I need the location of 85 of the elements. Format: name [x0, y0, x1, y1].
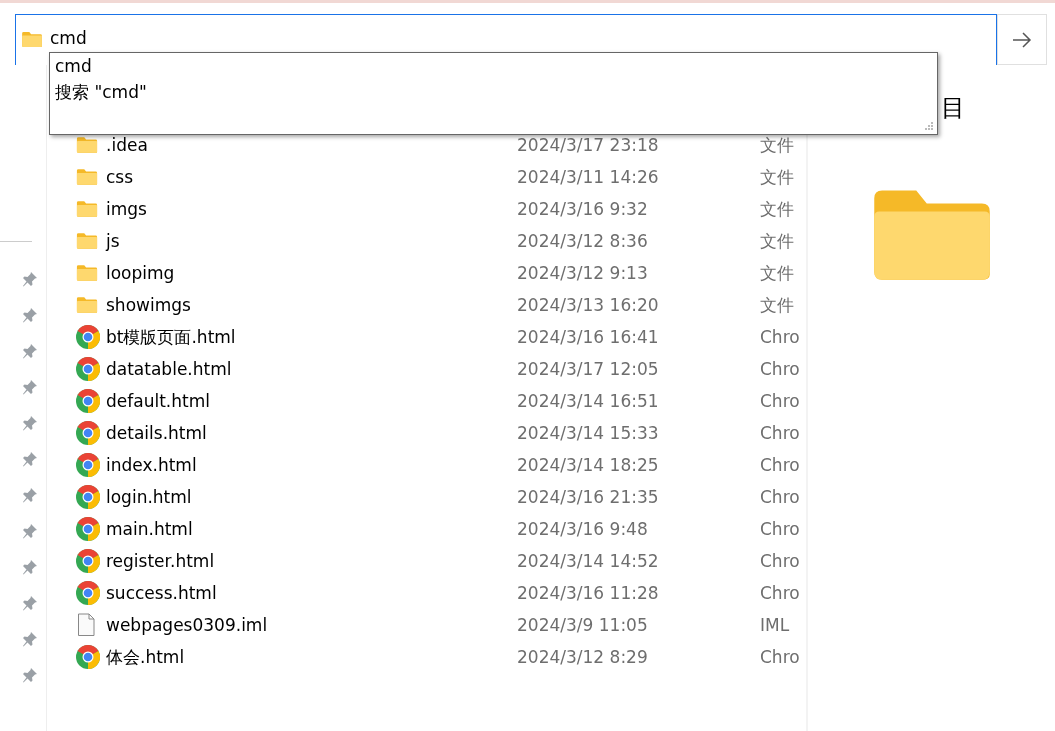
file-name[interactable]: bt模版页面.html — [106, 325, 517, 349]
folder-icon — [76, 264, 98, 282]
pin-icon[interactable] — [22, 451, 38, 467]
chrome-icon — [76, 389, 100, 413]
file-name[interactable]: js — [106, 231, 517, 251]
file-type: Chro — [760, 455, 800, 475]
file-type: IML — [760, 615, 790, 635]
date-modified: 2024/3/12 8:36 — [517, 231, 649, 251]
date-modified: 2024/3/12 9:13 — [517, 263, 649, 283]
folder-icon — [76, 168, 98, 186]
chrome-icon — [76, 357, 100, 381]
preview-title: 目 — [941, 93, 965, 124]
file-name[interactable]: 体会.html — [106, 645, 517, 669]
date-modified: 2024/3/16 9:48 — [517, 519, 649, 539]
pin-icon[interactable] — [22, 415, 38, 431]
chrome-icon — [76, 517, 100, 541]
chrome-icon — [76, 325, 100, 349]
file-name[interactable]: css — [106, 167, 517, 187]
pin-icon[interactable] — [22, 595, 38, 611]
date-modified: 2024/3/13 16:20 — [517, 295, 660, 315]
suggestion-item[interactable]: 搜索 "cmd" — [50, 79, 147, 105]
file-type: Chro — [760, 359, 800, 379]
date-modified: 2024/3/9 11:05 — [517, 615, 649, 635]
file-name[interactable]: imgs — [106, 199, 517, 219]
date-modified: 2024/3/16 11:28 — [517, 583, 660, 603]
file-type: Chro — [760, 423, 800, 443]
folder-icon — [76, 136, 98, 154]
chrome-icon — [76, 485, 100, 509]
file-name[interactable]: success.html — [106, 583, 517, 603]
file-name[interactable]: login.html — [106, 487, 517, 507]
date-modified: 2024/3/16 21:35 — [517, 487, 660, 507]
pin-icon[interactable] — [22, 379, 38, 395]
file-name[interactable]: showimgs — [106, 295, 517, 315]
file-type: Chro — [760, 647, 800, 667]
date-modified: 2024/3/14 16:51 — [517, 391, 660, 411]
date-modified: 2024/3/16 9:32 — [517, 199, 649, 219]
date-modified: 2024/3/12 8:29 — [517, 647, 649, 667]
date-modified: 2024/3/16 16:41 — [517, 327, 660, 347]
pin-icon[interactable] — [22, 271, 38, 287]
file-type: Chro — [760, 519, 800, 539]
file-name[interactable]: datatable.html — [106, 359, 517, 379]
pin-icon[interactable] — [22, 631, 38, 647]
date-modified: 2024/3/14 18:25 — [517, 455, 660, 475]
file-name[interactable]: main.html — [106, 519, 517, 539]
go-button[interactable] — [997, 14, 1047, 65]
pin-icon[interactable] — [22, 343, 38, 359]
chrome-icon — [76, 549, 100, 573]
date-modified: 2024/3/14 15:33 — [517, 423, 660, 443]
file-name[interactable]: webpages0309.iml — [106, 615, 517, 635]
file-name[interactable]: default.html — [106, 391, 517, 411]
file-name[interactable]: register.html — [106, 551, 517, 571]
chrome-icon — [76, 645, 100, 669]
pin-icon[interactable] — [22, 307, 38, 323]
file-type: 文件 — [760, 293, 794, 317]
chrome-icon — [76, 581, 100, 605]
chrome-icon — [76, 421, 100, 445]
date-modified: 2024/3/11 14:26 — [517, 167, 660, 187]
file-type: 文件 — [760, 197, 794, 221]
file-type: 文件 — [760, 165, 794, 189]
file-name[interactable]: details.html — [106, 423, 517, 443]
folder-icon — [76, 296, 98, 314]
pin-icon[interactable] — [22, 523, 38, 539]
pin-icon[interactable] — [22, 667, 38, 683]
arrow-icon — [1012, 31, 1032, 48]
date-modified: 2024/3/17 23:18 — [517, 135, 660, 155]
file-type: 文件 — [760, 133, 794, 157]
file-type: Chro — [760, 327, 800, 347]
date-modified: 2024/3/14 14:52 — [517, 551, 660, 571]
pin-icon[interactable] — [22, 487, 38, 503]
file-name[interactable]: loopimg — [106, 263, 517, 283]
file-type: Chro — [760, 583, 800, 603]
date-modified: 2024/3/17 12:05 — [517, 359, 660, 379]
file-type: 文件 — [760, 229, 794, 253]
file-name[interactable]: .idea — [106, 135, 517, 155]
file-type: Chro — [760, 487, 800, 507]
file-type: 文件 — [760, 261, 794, 285]
file-name[interactable]: index.html — [106, 455, 517, 475]
folder-icon — [76, 232, 98, 250]
file-type: Chro — [760, 551, 800, 571]
pin-icon[interactable] — [22, 559, 38, 575]
resize-grip-icon[interactable] — [924, 121, 934, 131]
chrome-icon — [76, 453, 100, 477]
folder-icon — [76, 200, 98, 218]
file-icon — [76, 613, 96, 637]
file-type: Chro — [760, 391, 800, 411]
